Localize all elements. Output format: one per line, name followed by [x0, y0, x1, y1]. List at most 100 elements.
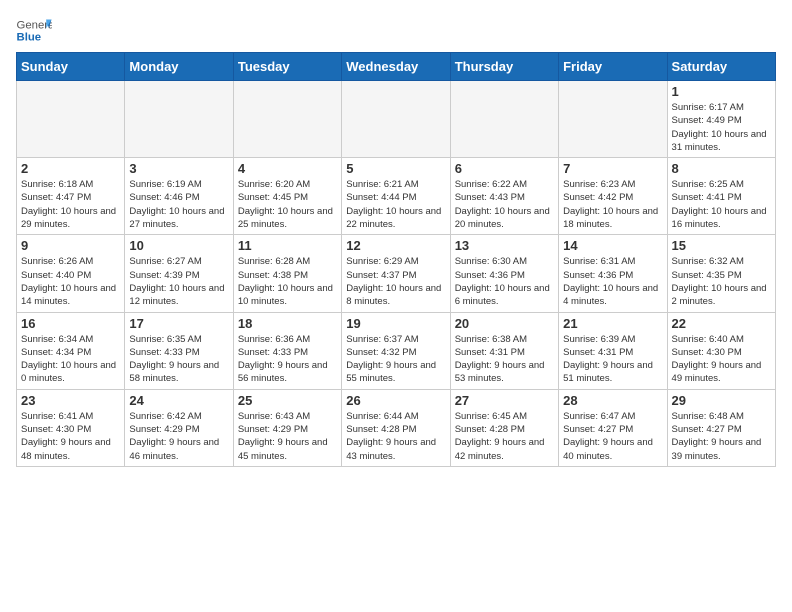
day-number: 26: [346, 393, 445, 408]
day-info: Sunrise: 6:27 AMSunset: 4:39 PMDaylight:…: [129, 255, 228, 308]
logo: General Blue: [16, 16, 52, 44]
day-info: Sunrise: 6:42 AMSunset: 4:29 PMDaylight:…: [129, 410, 228, 463]
day-cell-7: 7 Sunrise: 6:23 AMSunset: 4:42 PMDaylight…: [559, 158, 667, 235]
calendar-row-0: 1 Sunrise: 6:17 AMSunset: 4:49 PMDaylight…: [17, 81, 776, 158]
day-cell-6: 6 Sunrise: 6:22 AMSunset: 4:43 PMDaylight…: [450, 158, 558, 235]
day-number: 25: [238, 393, 337, 408]
day-cell-8: 8 Sunrise: 6:25 AMSunset: 4:41 PMDaylight…: [667, 158, 775, 235]
day-cell-21: 21 Sunrise: 6:39 AMSunset: 4:31 PMDayligh…: [559, 312, 667, 389]
day-cell-14: 14 Sunrise: 6:31 AMSunset: 4:36 PMDayligh…: [559, 235, 667, 312]
day-info: Sunrise: 6:31 AMSunset: 4:36 PMDaylight:…: [563, 255, 662, 308]
day-number: 6: [455, 161, 554, 176]
day-cell-19: 19 Sunrise: 6:37 AMSunset: 4:32 PMDayligh…: [342, 312, 450, 389]
empty-cell: [342, 81, 450, 158]
weekday-header-monday: Monday: [125, 53, 233, 81]
day-cell-20: 20 Sunrise: 6:38 AMSunset: 4:31 PMDayligh…: [450, 312, 558, 389]
day-cell-9: 9Sunrise: 6:26 AMSunset: 4:40 PMDaylight…: [17, 235, 125, 312]
day-info: Sunrise: 6:25 AMSunset: 4:41 PMDaylight:…: [672, 178, 771, 231]
weekday-header-wednesday: Wednesday: [342, 53, 450, 81]
day-info: Sunrise: 6:32 AMSunset: 4:35 PMDaylight:…: [672, 255, 771, 308]
day-cell-23: 23Sunrise: 6:41 AMSunset: 4:30 PMDayligh…: [17, 389, 125, 466]
day-cell-1: 1 Sunrise: 6:17 AMSunset: 4:49 PMDaylight…: [667, 81, 775, 158]
day-number: 29: [672, 393, 771, 408]
day-info: Sunrise: 6:48 AMSunset: 4:27 PMDaylight:…: [672, 410, 771, 463]
day-info: Sunrise: 6:22 AMSunset: 4:43 PMDaylight:…: [455, 178, 554, 231]
day-number: 24: [129, 393, 228, 408]
empty-cell: [450, 81, 558, 158]
day-info: Sunrise: 6:35 AMSunset: 4:33 PMDaylight:…: [129, 333, 228, 386]
day-info: Sunrise: 6:29 AMSunset: 4:37 PMDaylight:…: [346, 255, 445, 308]
day-info: Sunrise: 6:18 AMSunset: 4:47 PMDaylight:…: [21, 178, 120, 231]
day-number: 13: [455, 238, 554, 253]
page-header: General Blue: [16, 16, 776, 44]
weekday-header-thursday: Thursday: [450, 53, 558, 81]
weekday-header-saturday: Saturday: [667, 53, 775, 81]
day-cell-3: 3Sunrise: 6:19 AMSunset: 4:46 PMDaylight…: [125, 158, 233, 235]
weekday-header-friday: Friday: [559, 53, 667, 81]
day-info: Sunrise: 6:38 AMSunset: 4:31 PMDaylight:…: [455, 333, 554, 386]
weekday-header-tuesday: Tuesday: [233, 53, 341, 81]
day-number: 28: [563, 393, 662, 408]
day-number: 14: [563, 238, 662, 253]
day-cell-5: 5 Sunrise: 6:21 AMSunset: 4:44 PMDaylight…: [342, 158, 450, 235]
empty-cell: [17, 81, 125, 158]
day-number: 8: [672, 161, 771, 176]
day-number: 15: [672, 238, 771, 253]
day-info: Sunrise: 6:34 AMSunset: 4:34 PMDaylight:…: [21, 333, 120, 386]
day-cell-18: 18 Sunrise: 6:36 AMSunset: 4:33 PMDayligh…: [233, 312, 341, 389]
day-number: 20: [455, 316, 554, 331]
day-info: Sunrise: 6:43 AMSunset: 4:29 PMDaylight:…: [238, 410, 337, 463]
day-cell-25: 25 Sunrise: 6:43 AMSunset: 4:29 PMDayligh…: [233, 389, 341, 466]
day-cell-13: 13 Sunrise: 6:30 AMSunset: 4:36 PMDayligh…: [450, 235, 558, 312]
day-cell-16: 16 Sunrise: 6:34 AMSunset: 4:34 PMDayligh…: [17, 312, 125, 389]
day-info: Sunrise: 6:20 AMSunset: 4:45 PMDaylight:…: [238, 178, 337, 231]
day-number: 18: [238, 316, 337, 331]
day-info: Sunrise: 6:39 AMSunset: 4:31 PMDaylight:…: [563, 333, 662, 386]
day-cell-17: 17 Sunrise: 6:35 AMSunset: 4:33 PMDayligh…: [125, 312, 233, 389]
day-cell-22: 22Sunrise: 6:40 AMSunset: 4:30 PMDayligh…: [667, 312, 775, 389]
day-cell-15: 15 Sunrise: 6:32 AMSunset: 4:35 PMDayligh…: [667, 235, 775, 312]
calendar-row-2: 9Sunrise: 6:26 AMSunset: 4:40 PMDaylight…: [17, 235, 776, 312]
day-info: Sunrise: 6:17 AMSunset: 4:49 PMDaylight:…: [672, 101, 771, 154]
day-info: Sunrise: 6:37 AMSunset: 4:32 PMDaylight:…: [346, 333, 445, 386]
day-info: Sunrise: 6:30 AMSunset: 4:36 PMDaylight:…: [455, 255, 554, 308]
day-info: Sunrise: 6:41 AMSunset: 4:30 PMDaylight:…: [21, 410, 120, 463]
day-cell-24: 24 Sunrise: 6:42 AMSunset: 4:29 PMDayligh…: [125, 389, 233, 466]
day-number: 19: [346, 316, 445, 331]
day-info: Sunrise: 6:36 AMSunset: 4:33 PMDaylight:…: [238, 333, 337, 386]
day-number: 21: [563, 316, 662, 331]
day-info: Sunrise: 6:23 AMSunset: 4:42 PMDaylight:…: [563, 178, 662, 231]
day-number: 10: [129, 238, 228, 253]
day-cell-2: 2 Sunrise: 6:18 AMSunset: 4:47 PMDaylight…: [17, 158, 125, 235]
day-number: 12: [346, 238, 445, 253]
day-number: 11: [238, 238, 337, 253]
day-cell-4: 4 Sunrise: 6:20 AMSunset: 4:45 PMDaylight…: [233, 158, 341, 235]
day-number: 5: [346, 161, 445, 176]
empty-cell: [559, 81, 667, 158]
day-number: 16: [21, 316, 120, 331]
day-number: 4: [238, 161, 337, 176]
empty-cell: [233, 81, 341, 158]
day-info: Sunrise: 6:45 AMSunset: 4:28 PMDaylight:…: [455, 410, 554, 463]
day-number: 1: [672, 84, 771, 99]
calendar-table: SundayMondayTuesdayWednesdayThursdayFrid…: [16, 52, 776, 467]
weekday-header-row: SundayMondayTuesdayWednesdayThursdayFrid…: [17, 53, 776, 81]
svg-text:Blue: Blue: [17, 32, 42, 44]
day-info: Sunrise: 6:47 AMSunset: 4:27 PMDaylight:…: [563, 410, 662, 463]
day-cell-11: 11 Sunrise: 6:28 AMSunset: 4:38 PMDayligh…: [233, 235, 341, 312]
day-number: 22: [672, 316, 771, 331]
day-number: 2: [21, 161, 120, 176]
day-info: Sunrise: 6:28 AMSunset: 4:38 PMDaylight:…: [238, 255, 337, 308]
day-number: 17: [129, 316, 228, 331]
day-cell-26: 26Sunrise: 6:44 AMSunset: 4:28 PMDayligh…: [342, 389, 450, 466]
calendar-row-3: 16 Sunrise: 6:34 AMSunset: 4:34 PMDayligh…: [17, 312, 776, 389]
day-info: Sunrise: 6:19 AMSunset: 4:46 PMDaylight:…: [129, 178, 228, 231]
calendar-row-1: 2 Sunrise: 6:18 AMSunset: 4:47 PMDaylight…: [17, 158, 776, 235]
day-info: Sunrise: 6:21 AMSunset: 4:44 PMDaylight:…: [346, 178, 445, 231]
day-info: Sunrise: 6:26 AMSunset: 4:40 PMDaylight:…: [21, 255, 120, 308]
day-number: 7: [563, 161, 662, 176]
day-cell-12: 12 Sunrise: 6:29 AMSunset: 4:37 PMDayligh…: [342, 235, 450, 312]
day-number: 27: [455, 393, 554, 408]
day-cell-28: 28 Sunrise: 6:47 AMSunset: 4:27 PMDayligh…: [559, 389, 667, 466]
day-cell-27: 27 Sunrise: 6:45 AMSunset: 4:28 PMDayligh…: [450, 389, 558, 466]
